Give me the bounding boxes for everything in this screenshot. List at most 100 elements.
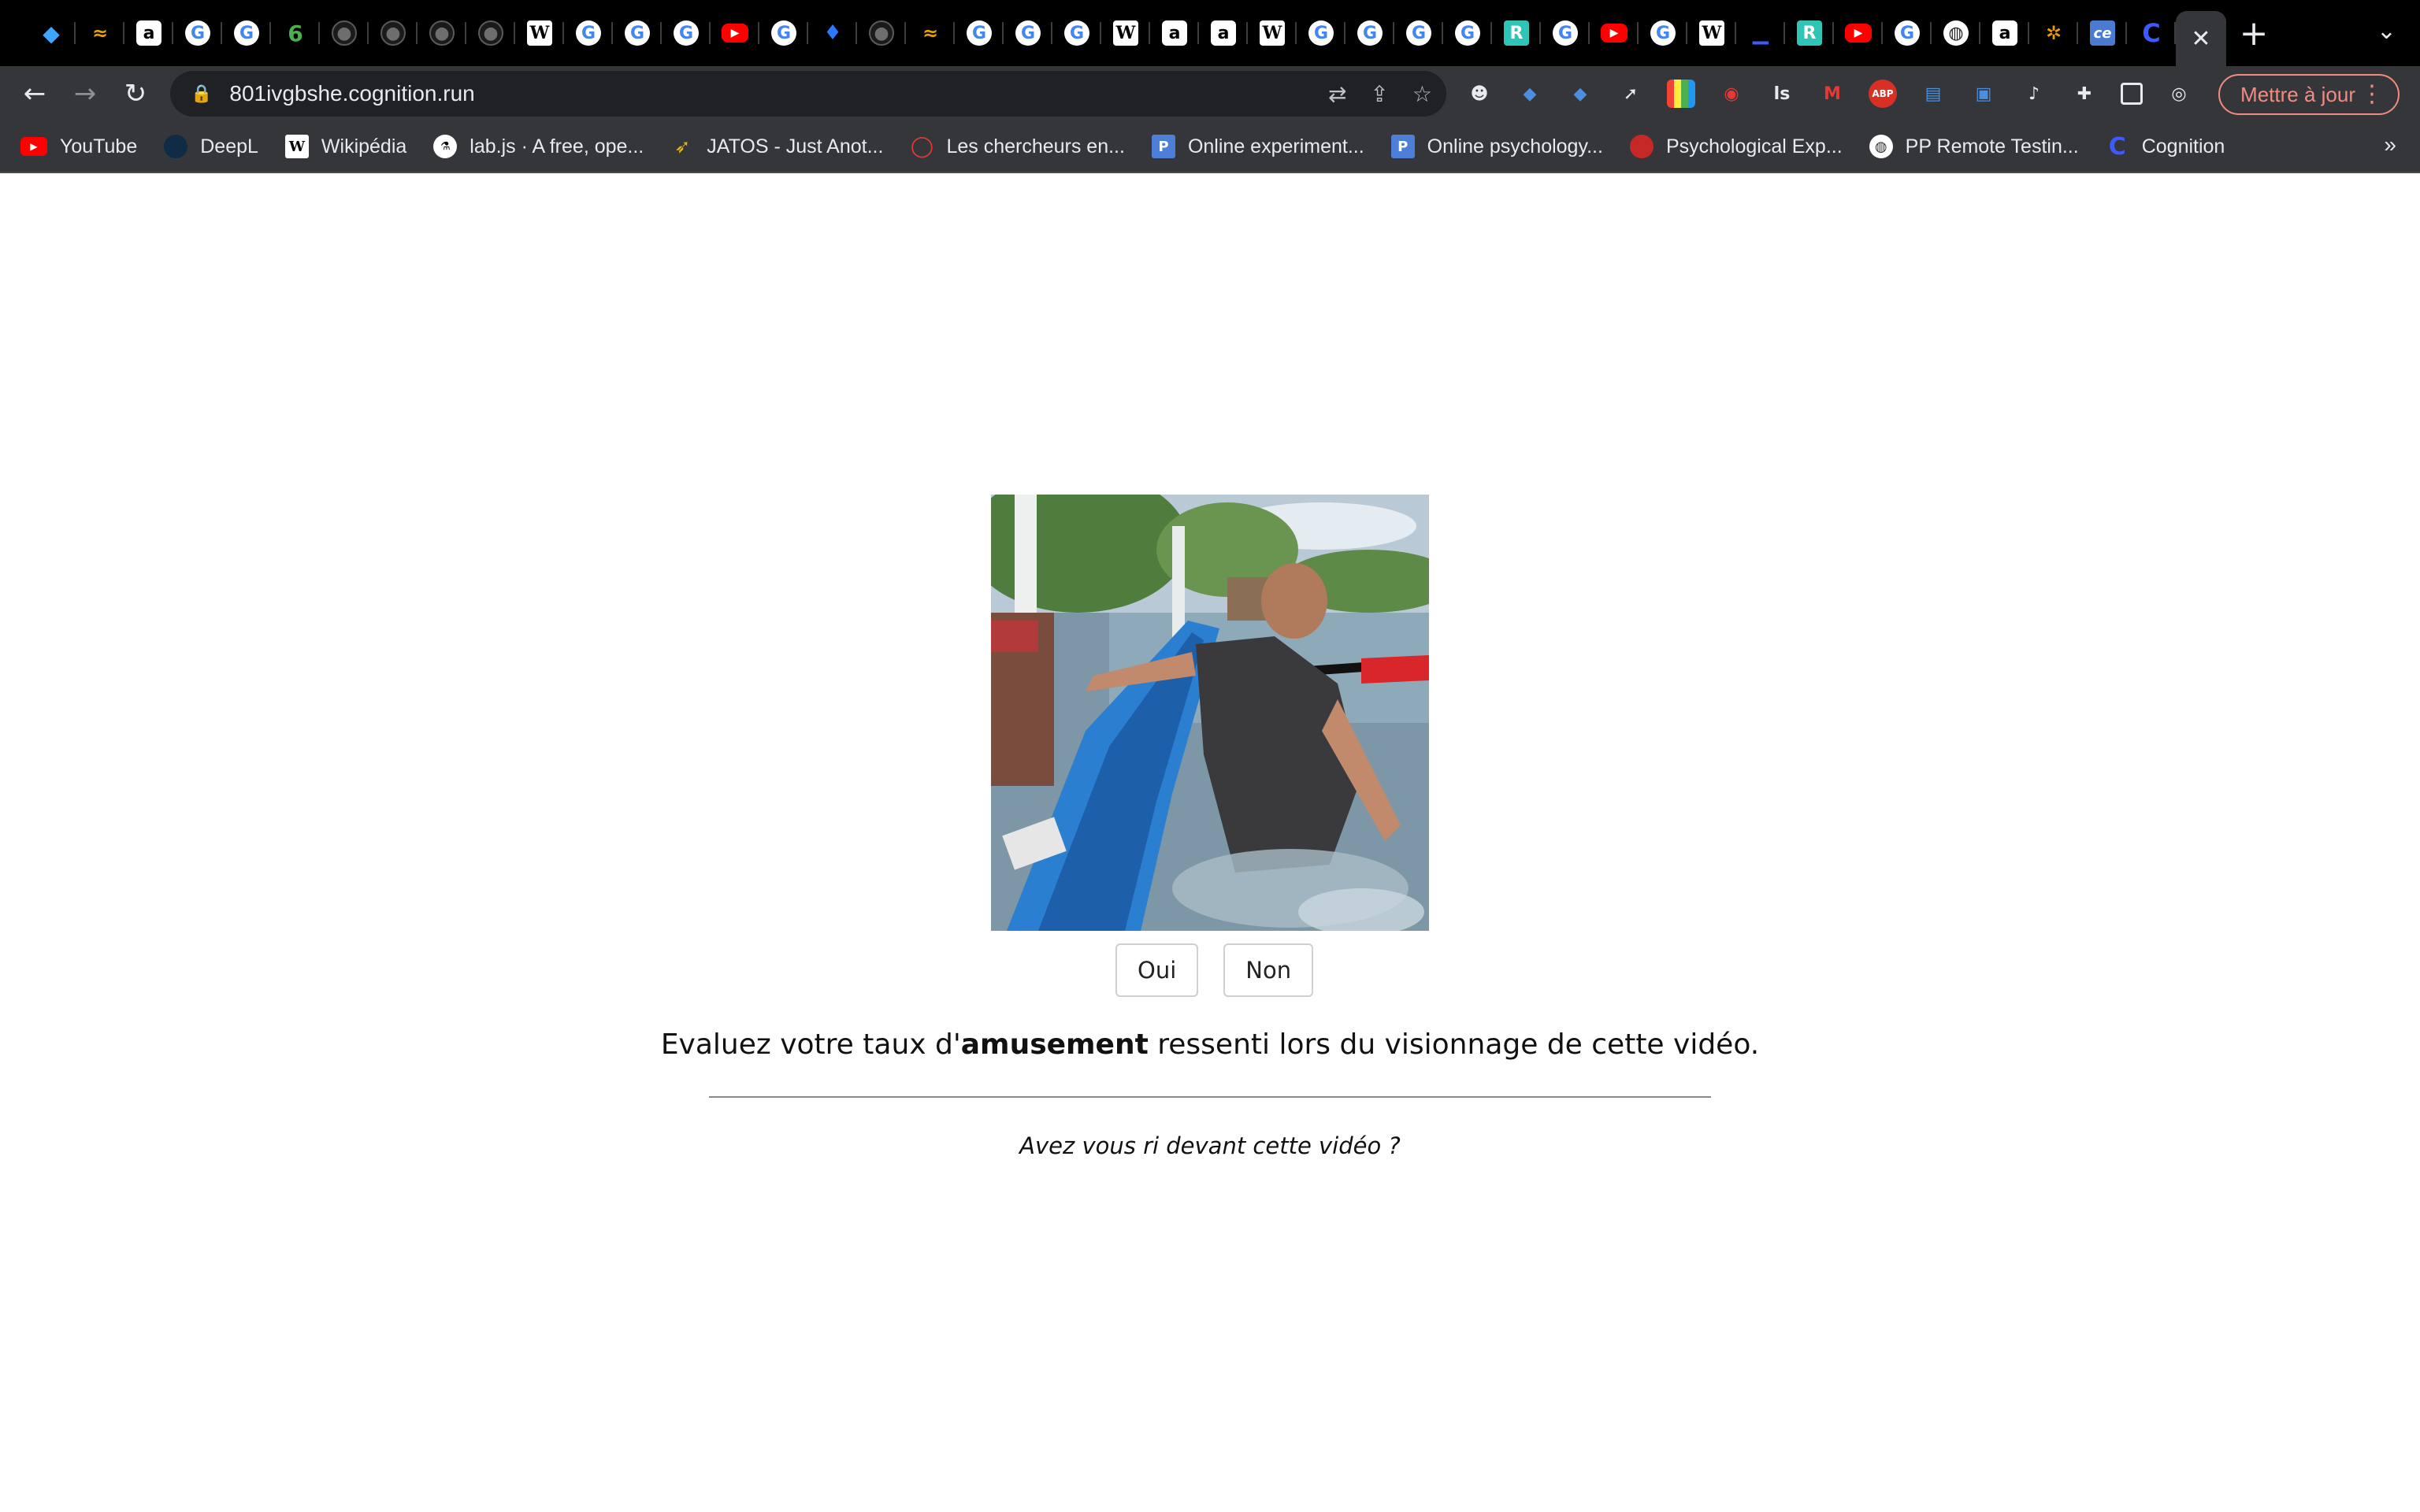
extension-rocket-icon[interactable]: ➚ (1616, 80, 1645, 108)
extension-colorgrid-icon[interactable] (1667, 80, 1695, 108)
bookmark-item[interactable]: ▶ YouTube (20, 135, 137, 158)
browser-tab[interactable]: G (1541, 0, 1590, 66)
extension-gem-icon[interactable]: ◆ (1566, 80, 1594, 108)
extension-cookie-icon[interactable]: ☻ (1465, 80, 1494, 108)
extension-eye-icon[interactable]: ◉ (1717, 80, 1746, 108)
profile-brain-icon[interactable]: ◎ (2165, 80, 2193, 108)
bookmark-item[interactable]: ● DeepL (164, 135, 258, 158)
bookmark-item[interactable]: W Wikipédia (284, 135, 406, 158)
jatos-icon: ➶ (674, 135, 691, 158)
extension-graduation-icon[interactable]: ◆ (1516, 80, 1544, 108)
browser-tab[interactable]: G (564, 0, 613, 66)
forward-button[interactable]: → (60, 69, 110, 119)
browser-tab[interactable]: ≈ (76, 0, 124, 66)
rainbow-icon: ≈ (91, 22, 109, 44)
bookmark-item[interactable]: ➶ JATOS - Just Anot... (670, 135, 883, 158)
browser-tab[interactable]: ✲ (2029, 0, 2078, 66)
browser-tab[interactable]: G (1345, 0, 1394, 66)
browser-tab[interactable]: a (124, 0, 173, 66)
browser-tab[interactable]: ▶ (711, 0, 759, 66)
kebab-menu-icon[interactable]: ⋮ (2360, 80, 2384, 108)
browser-tab[interactable]: G (1004, 0, 1052, 66)
address-bar-actions: ⇄ ⇪ ☆ (1328, 71, 1432, 117)
reload-button[interactable]: ↻ (110, 69, 161, 119)
side-panel-icon[interactable] (2121, 83, 2143, 105)
browser-tab[interactable]: W (1248, 0, 1297, 66)
video-player[interactable] (991, 495, 1429, 931)
bookmarks-overflow-button[interactable]: » (2384, 132, 2396, 158)
google-icon: G (674, 20, 699, 46)
browser-tab[interactable]: W (515, 0, 564, 66)
browser-tab[interactable]: ● (320, 0, 369, 66)
extensions-puzzle-icon[interactable]: ✚ (2070, 80, 2099, 108)
non-button[interactable]: Non (1223, 943, 1314, 997)
bookmark-item[interactable]: ⚗ lab.js · A free, ope... (433, 135, 644, 158)
bookmarks-list: ▶ YouTube ● DeepL W Wikipédia ⚗ lab.js · A free… (20, 133, 2251, 161)
browser-tab[interactable]: G (662, 0, 711, 66)
bookmark-item[interactable]: C Cognition (2106, 133, 2225, 161)
browser-tab[interactable]: R (1492, 0, 1541, 66)
browser-tab[interactable]: ◍ (1932, 0, 1980, 66)
browser-tab[interactable]: G (759, 0, 808, 66)
bookmark-item[interactable]: ◍ PP Remote Testin... (1869, 135, 2079, 158)
translate-icon[interactable]: ⇄ (1328, 81, 1346, 107)
github-icon: ● (478, 20, 503, 46)
extension-doc-icon[interactable]: ▤ (1919, 80, 1947, 108)
bookmark-item[interactable]: ● Psychological Exp... (1629, 135, 1843, 158)
browser-tab[interactable]: ● (466, 0, 515, 66)
browser-tab[interactable]: G (1394, 0, 1443, 66)
active-tab[interactable]: ✕ (2176, 11, 2226, 66)
browser-tab[interactable]: 6 (271, 0, 320, 66)
bookmark-item[interactable]: P Online psychology... (1390, 135, 1603, 158)
browser-tab[interactable]: ● (418, 0, 466, 66)
bookmark-label: Les chercheurs en... (946, 135, 1125, 158)
back-button[interactable]: ← (9, 69, 60, 119)
browser-tab[interactable]: G (1443, 0, 1492, 66)
browser-tab[interactable]: ▶ (1590, 0, 1639, 66)
browser-tab[interactable]: G (1883, 0, 1932, 66)
browser-tab[interactable]: R (1785, 0, 1834, 66)
browser-tab[interactable]: ♦ (808, 0, 857, 66)
bookmark-item[interactable]: P Online experiment... (1151, 135, 1364, 158)
browser-tab[interactable]: W (1687, 0, 1736, 66)
answer-buttons: Oui Non (1115, 943, 1314, 997)
browser-tab[interactable]: C (2127, 0, 2176, 66)
extension-m-icon[interactable]: M (1818, 80, 1847, 108)
google-icon: G (625, 20, 650, 46)
extension-bell-icon[interactable]: ♪ (2020, 80, 2048, 108)
browser-tab[interactable]: ◆ (27, 0, 76, 66)
share-icon[interactable]: ⇪ (1370, 81, 1388, 107)
browser-tab[interactable]: G (955, 0, 1004, 66)
browser-tab[interactable]: G (1639, 0, 1687, 66)
update-button[interactable]: Mettre à jour ⋮ (2218, 74, 2400, 115)
browser-tab[interactable]: G (222, 0, 271, 66)
browser-tab[interactable]: G (613, 0, 662, 66)
address-bar[interactable]: 🔒 801ivgbshe.cognition.run ⇄ ⇪ ☆ (170, 71, 1446, 117)
browser-tab[interactable]: ce (2078, 0, 2127, 66)
bookmark-star-icon[interactable]: ☆ (1412, 81, 1432, 107)
browser-tab[interactable]: G (1297, 0, 1345, 66)
browser-tab[interactable]: ● (369, 0, 418, 66)
bookmark-item[interactable]: ◯ Les chercheurs en... (910, 135, 1125, 158)
url-text[interactable]: 801ivgbshe.cognition.run (229, 81, 474, 106)
close-tab-icon[interactable]: ✕ (2188, 25, 2214, 53)
browser-tab[interactable]: ▶ (1834, 0, 1883, 66)
browser-tab[interactable]: ▁ (1736, 0, 1785, 66)
new-tab-button[interactable]: + (2226, 0, 2281, 66)
browser-tab[interactable]: ≈ (906, 0, 955, 66)
lock-icon[interactable]: 🔒 (191, 84, 212, 104)
oui-button[interactable]: Oui (1115, 943, 1199, 997)
tab-search-button[interactable]: ⌄ (2377, 17, 2396, 45)
browser-tab[interactable]: W (1101, 0, 1150, 66)
browser-tab[interactable]: a (1980, 0, 2029, 66)
browser-tab[interactable]: a (1150, 0, 1199, 66)
extension-abp-icon[interactable]: ABP (1869, 80, 1897, 108)
browser-tab[interactable]: G (1052, 0, 1101, 66)
browser-tab[interactable]: G (173, 0, 222, 66)
browser-tab[interactable]: a (1199, 0, 1248, 66)
extension-ls-icon[interactable]: ls (1768, 80, 1796, 108)
extension-book-icon[interactable]: ▣ (1969, 80, 1998, 108)
browser-tab[interactable]: ● (857, 0, 906, 66)
google-icon: G (1553, 20, 1578, 46)
google-icon: G (1357, 20, 1383, 46)
